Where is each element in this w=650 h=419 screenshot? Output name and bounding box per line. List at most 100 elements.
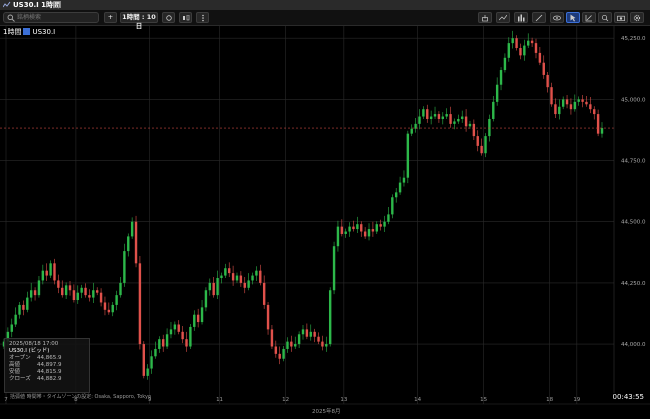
candle bbox=[115, 290, 118, 311]
add-symbol-button[interactable]: + bbox=[104, 12, 117, 23]
candle bbox=[169, 322, 173, 339]
candle bbox=[472, 119, 476, 141]
candle bbox=[57, 274, 60, 294]
refresh-button[interactable] bbox=[162, 12, 175, 23]
measure-button[interactable] bbox=[582, 12, 596, 23]
price-chart[interactable]: 44,882.9 45,250.0 45,000.0 44,750.0 44,500.… bbox=[0, 26, 650, 419]
search-input[interactable] bbox=[17, 13, 97, 22]
indicators-button[interactable] bbox=[514, 12, 528, 23]
candle-body bbox=[72, 290, 76, 301]
more-options-button[interactable] bbox=[196, 12, 209, 23]
candle-body bbox=[111, 304, 114, 313]
candle bbox=[507, 37, 511, 62]
candle bbox=[235, 272, 239, 283]
candle-body bbox=[488, 118, 491, 137]
candle bbox=[519, 43, 522, 60]
candle bbox=[379, 219, 382, 231]
candle bbox=[196, 308, 200, 328]
candle bbox=[480, 138, 483, 156]
candle bbox=[387, 207, 390, 225]
candle-body bbox=[64, 285, 68, 296]
candle-body bbox=[193, 314, 196, 327]
cursor-tool-button[interactable] bbox=[566, 12, 580, 23]
candle bbox=[220, 272, 223, 284]
candle-body bbox=[360, 224, 363, 232]
candle bbox=[360, 221, 363, 237]
candle bbox=[26, 291, 29, 313]
candle-body bbox=[321, 341, 324, 347]
candle bbox=[429, 110, 433, 125]
candle bbox=[37, 276, 41, 298]
drawing-tool-button[interactable] bbox=[532, 12, 546, 23]
candle-body bbox=[375, 224, 378, 232]
candle bbox=[336, 220, 340, 252]
candle-body bbox=[138, 263, 142, 345]
candle-body bbox=[49, 263, 52, 276]
candle-body bbox=[356, 224, 359, 230]
candle-body bbox=[200, 307, 204, 323]
candle-body bbox=[507, 43, 511, 58]
candle-body bbox=[134, 221, 138, 264]
candle bbox=[286, 337, 289, 353]
symbol-search[interactable] bbox=[3, 12, 99, 23]
candle bbox=[18, 301, 21, 319]
candle-body bbox=[255, 270, 258, 276]
price-tick-label: 44,000.0 bbox=[621, 342, 646, 348]
candle bbox=[270, 324, 274, 349]
candle bbox=[344, 228, 347, 238]
candle-body bbox=[266, 304, 270, 330]
zoom-button[interactable] bbox=[598, 12, 612, 23]
candle-body bbox=[14, 314, 17, 325]
candle-body bbox=[297, 334, 301, 345]
price-tick-label: 45,000.0 bbox=[621, 97, 646, 103]
candle-body bbox=[259, 270, 262, 283]
interval-selector[interactable]: 1時間 : 10日 bbox=[120, 12, 158, 30]
candle-body bbox=[189, 326, 192, 347]
share-button[interactable] bbox=[478, 12, 492, 23]
candle bbox=[146, 364, 149, 380]
settings-button[interactable] bbox=[630, 12, 644, 23]
candle bbox=[593, 106, 596, 120]
visibility-button[interactable] bbox=[550, 12, 564, 23]
candle bbox=[406, 130, 410, 184]
candle-body bbox=[115, 295, 118, 305]
candle bbox=[162, 334, 165, 352]
candle-body bbox=[309, 331, 312, 337]
candle bbox=[301, 324, 305, 340]
candle bbox=[297, 331, 301, 348]
indicators-icon bbox=[518, 14, 525, 21]
candle-body bbox=[26, 297, 29, 310]
chart-type-button[interactable] bbox=[179, 12, 192, 23]
candle-body bbox=[495, 84, 499, 102]
candle-body bbox=[577, 99, 580, 102]
candle-body bbox=[88, 295, 91, 298]
candle bbox=[88, 289, 91, 302]
screenshot-button[interactable] bbox=[614, 12, 628, 23]
candle-body bbox=[251, 275, 254, 281]
timezone-note: 括弧値 時間帯・タイムゾーンの設定: Osaka, Sapporo, Tokyo bbox=[10, 394, 151, 400]
candle bbox=[495, 77, 499, 106]
candle-body bbox=[231, 273, 235, 281]
candle bbox=[142, 341, 145, 379]
candle-body bbox=[173, 324, 177, 330]
candle bbox=[72, 284, 76, 303]
candle bbox=[402, 170, 406, 187]
candle-body bbox=[515, 38, 518, 49]
candle bbox=[134, 215, 138, 268]
candle bbox=[515, 35, 518, 51]
candle bbox=[596, 109, 600, 137]
gear-icon bbox=[633, 14, 641, 21]
candle-body bbox=[301, 329, 305, 335]
countdown-clock: 00:43:55 bbox=[612, 393, 644, 401]
compare-button[interactable] bbox=[496, 12, 510, 23]
interval-text: 1時間 bbox=[3, 28, 22, 36]
candle-body bbox=[600, 128, 604, 134]
candle bbox=[150, 350, 153, 374]
candle bbox=[422, 106, 425, 119]
candle-body bbox=[499, 70, 503, 85]
candle-body bbox=[95, 290, 99, 293]
cursor-icon bbox=[570, 14, 576, 21]
measure-icon bbox=[585, 14, 592, 21]
candle-body bbox=[484, 136, 487, 154]
maximize-icon[interactable] bbox=[54, 1, 61, 8]
